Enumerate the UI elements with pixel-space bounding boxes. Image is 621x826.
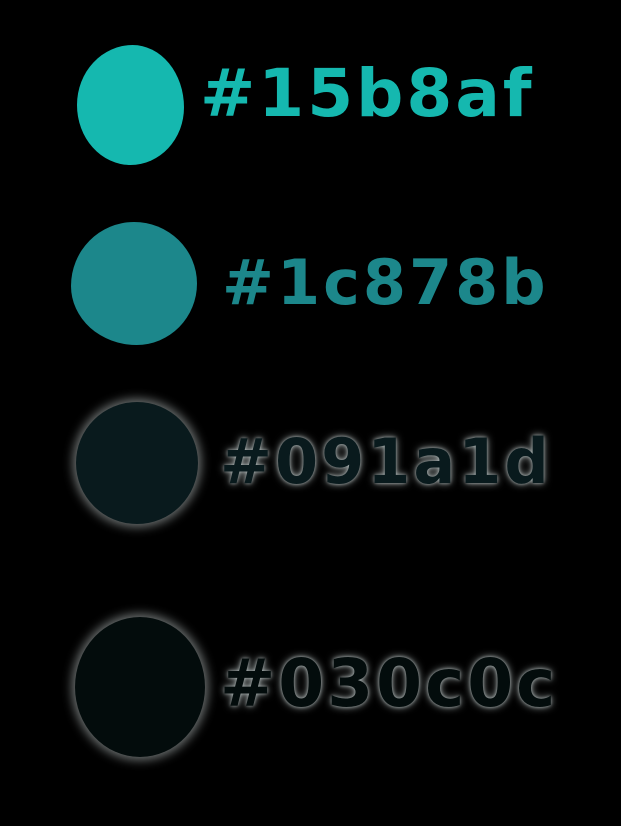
hex-label: #15b8af (200, 55, 535, 132)
hex-label: #091a1d (220, 425, 552, 498)
color-dot (77, 45, 184, 165)
hex-label: #1c878b (222, 246, 549, 319)
color-dot (76, 402, 198, 524)
color-dot (71, 222, 197, 345)
hex-label: #030c0c (220, 645, 559, 722)
color-dot (75, 617, 205, 757)
